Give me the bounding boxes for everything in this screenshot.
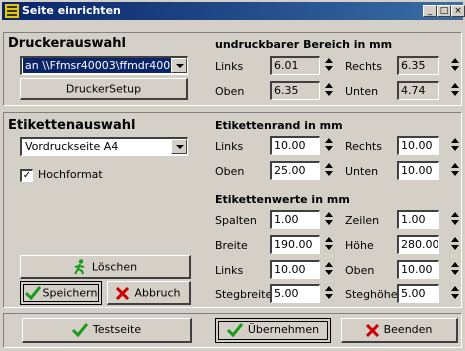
rand-unten-field[interactable]: 10.00 bbox=[397, 161, 439, 180]
undruckbar-unten-label: Unten bbox=[345, 85, 379, 98]
spinner-icon[interactable] bbox=[324, 284, 334, 303]
spinner-icon[interactable] bbox=[324, 136, 334, 155]
werte-spalten-field[interactable]: 1.00 bbox=[270, 210, 320, 229]
werte-spalten-label: Spalten bbox=[215, 214, 257, 227]
spinner-icon[interactable] bbox=[450, 56, 460, 75]
werte-links-label: Links bbox=[215, 264, 244, 277]
spinner-icon[interactable] bbox=[450, 81, 460, 100]
etiketten-heading: Etikettenauswahl bbox=[8, 118, 136, 133]
label-type-select[interactable]: Vordruckseite A4 bbox=[20, 137, 188, 156]
loeschen-button[interactable]: Löschen bbox=[20, 255, 191, 279]
checkmark-icon bbox=[226, 323, 243, 337]
undruckbar-unten-field[interactable]: 4.74 bbox=[397, 81, 439, 100]
drucker-heading: Druckerauswahl bbox=[8, 36, 126, 51]
title-bar[interactable]: Seite einrichten _ □ × bbox=[2, 2, 465, 20]
werte-hoehe-field[interactable]: 280.00 bbox=[397, 235, 439, 254]
werte-heading: Etikettenwerte in mm bbox=[215, 193, 350, 206]
werte-steghoehe-field[interactable]: 5.00 bbox=[397, 284, 439, 303]
loeschen-label: Löschen bbox=[91, 260, 138, 274]
werte-zeilen-label: Zeilen bbox=[345, 214, 380, 227]
rand-rechts-field[interactable]: 10.00 bbox=[397, 136, 439, 155]
spinner-icon[interactable] bbox=[450, 136, 460, 155]
testseite-label: Testseite bbox=[92, 323, 142, 336]
drucker-setup-button[interactable]: DruckerSetup bbox=[20, 78, 188, 100]
cross-icon bbox=[365, 323, 379, 337]
werte-oben-label: Oben bbox=[345, 264, 375, 277]
werte-oben-field[interactable]: 10.00 bbox=[397, 260, 439, 279]
rand-unten-label: Unten bbox=[345, 165, 379, 178]
spinner-icon[interactable] bbox=[324, 210, 334, 229]
drucker-setup-label: DruckerSetup bbox=[65, 82, 142, 96]
minimize-button[interactable]: _ bbox=[423, 5, 437, 17]
uebernehmen-button[interactable]: Übernehmen bbox=[215, 318, 331, 343]
werte-steghoehe-label: Steghöhe bbox=[345, 288, 398, 301]
beenden-label: Beenden bbox=[383, 323, 433, 336]
undruckbar-oben-field[interactable]: 6.35 bbox=[270, 81, 320, 100]
label-type-value: Vordruckseite A4 bbox=[25, 140, 119, 153]
maximize-button[interactable]: □ bbox=[437, 5, 451, 17]
checkmark-icon bbox=[71, 323, 88, 337]
uebernehmen-label: Übernehmen bbox=[247, 323, 320, 336]
hochformat-label: Hochformat bbox=[38, 168, 103, 181]
spinner-icon[interactable] bbox=[450, 284, 460, 303]
undruckbar-heading: undruckbarer Bereich in mm bbox=[215, 38, 393, 51]
page-setup-window: Seite einrichten _ □ × Druckerauswahl an… bbox=[0, 0, 465, 351]
spinner-icon[interactable] bbox=[324, 235, 334, 254]
undruckbar-links-field[interactable]: 6.01 bbox=[270, 56, 320, 75]
rand-oben-field[interactable]: 25.00 bbox=[270, 161, 320, 180]
speichern-label: Speichern bbox=[42, 286, 98, 300]
abbruch-button[interactable]: Abbruch bbox=[107, 281, 191, 305]
undruckbar-rechts-field[interactable]: 6.35 bbox=[397, 56, 439, 75]
cross-icon bbox=[116, 286, 130, 300]
beenden-button[interactable]: Beenden bbox=[341, 318, 458, 343]
speichern-button[interactable]: Speichern bbox=[20, 281, 102, 305]
spinner-icon[interactable] bbox=[324, 161, 334, 180]
werte-breite-field[interactable]: 190.00 bbox=[270, 235, 320, 254]
rand-oben-label: Oben bbox=[215, 165, 245, 178]
werte-hoehe-label: Höhe bbox=[345, 239, 374, 252]
app-icon bbox=[5, 4, 19, 18]
werte-stegbreite-label: Stegbreite bbox=[215, 288, 273, 301]
rand-heading: Etikettenrand in mm bbox=[215, 119, 343, 132]
testseite-button[interactable]: Testseite bbox=[22, 318, 192, 343]
werte-zeilen-field[interactable]: 1.00 bbox=[397, 210, 439, 229]
printer-value: an \\Ffmsr40003\ffmdr40014 bbox=[23, 58, 187, 73]
werte-breite-label: Breite bbox=[215, 239, 248, 252]
checkmark-icon bbox=[24, 286, 41, 300]
printer-select[interactable]: an \\Ffmsr40003\ffmdr40014 bbox=[20, 56, 188, 75]
werte-links-field[interactable]: 10.00 bbox=[270, 260, 320, 279]
chevron-down-icon[interactable] bbox=[171, 58, 187, 73]
spinner-icon[interactable] bbox=[450, 161, 460, 180]
rand-rechts-label: Rechts bbox=[345, 140, 382, 153]
spinner-icon[interactable] bbox=[450, 260, 460, 279]
hochformat-checkbox[interactable]: ✓ bbox=[20, 169, 33, 182]
spinner-icon[interactable] bbox=[324, 260, 334, 279]
spinner-icon[interactable] bbox=[324, 56, 334, 75]
werte-stegbreite-field[interactable]: 5.00 bbox=[270, 284, 320, 303]
close-button[interactable]: × bbox=[451, 5, 465, 17]
rand-links-field[interactable]: 10.00 bbox=[270, 136, 320, 155]
abbruch-label: Abbruch bbox=[134, 286, 181, 300]
undruckbar-oben-label: Oben bbox=[215, 85, 245, 98]
running-man-icon bbox=[74, 259, 85, 275]
undruckbar-links-label: Links bbox=[215, 60, 244, 73]
spinner-icon[interactable] bbox=[450, 210, 460, 229]
spinner-icon[interactable] bbox=[324, 81, 334, 100]
chevron-down-icon[interactable] bbox=[171, 139, 187, 154]
undruckbar-rechts-label: Rechts bbox=[345, 60, 382, 73]
spinner-icon[interactable] bbox=[450, 235, 460, 254]
window-title: Seite einrichten bbox=[22, 4, 121, 17]
rand-links-label: Links bbox=[215, 140, 244, 153]
